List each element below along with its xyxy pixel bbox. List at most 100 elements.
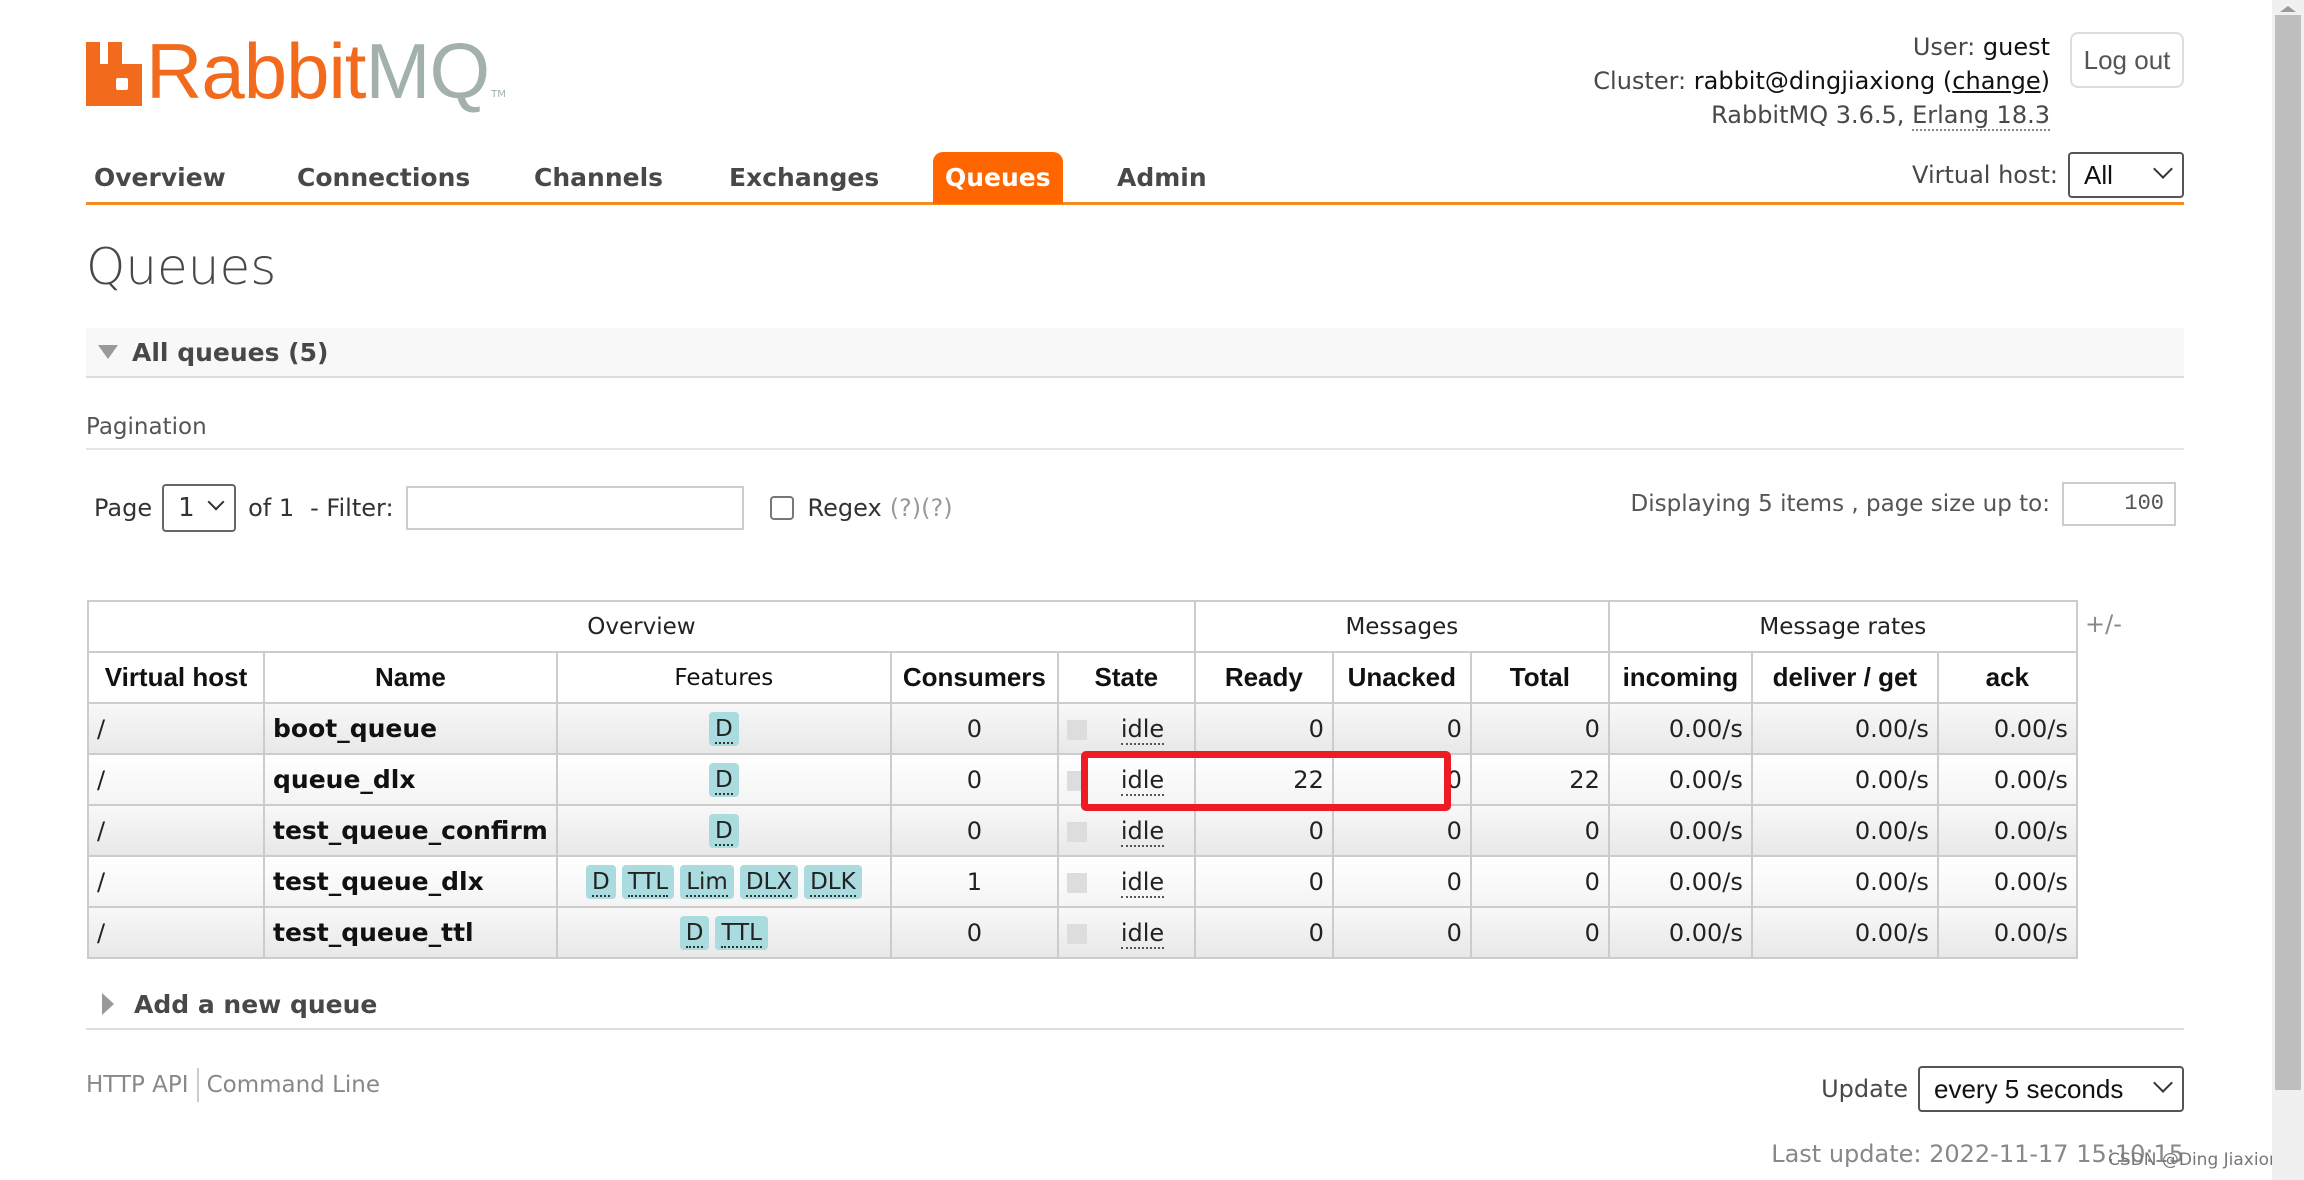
update-interval-select[interactable]: every 5 seconds	[1918, 1066, 2184, 1112]
logo-text-mq: MQ	[365, 27, 490, 115]
http-api-link[interactable]: HTTP API	[86, 1072, 189, 1098]
col-incoming[interactable]: incoming	[1607, 651, 1753, 704]
feature-badge-label: D	[591, 868, 610, 897]
virtual-host-value: All	[2084, 159, 2113, 190]
feature-badge-label: Lim	[686, 868, 728, 897]
cell-consumers: 0	[889, 702, 1059, 755]
cluster-label: Cluster:	[1593, 67, 1687, 95]
group-header-messages: Messages	[1193, 600, 1610, 653]
cell-total: 0	[1469, 855, 1610, 908]
cell-total: 0	[1469, 804, 1610, 857]
cell-total: 0	[1469, 702, 1610, 755]
queue-name-link[interactable]: test_queue_dlx	[263, 855, 558, 908]
queue-name-link[interactable]: queue_dlx	[263, 753, 558, 806]
cell-incoming: 0.00/s	[1607, 753, 1753, 806]
col-unacked[interactable]: Unacked	[1331, 651, 1472, 704]
cell-virtual-host: /	[87, 753, 265, 806]
add-queue-toggle[interactable]: Add a new queue	[86, 980, 2184, 1030]
all-queues-toggle[interactable]: All queues (5)	[86, 328, 2184, 378]
cell-ack: 0.00/s	[1936, 753, 2078, 806]
state-indicator-icon	[1066, 719, 1087, 740]
regex-checkbox[interactable]	[769, 496, 794, 520]
cell-state: idle	[1056, 753, 1196, 806]
page-of-label: of 1	[248, 494, 295, 522]
filter-input[interactable]	[405, 486, 744, 530]
virtual-host-selector: Virtual host: All	[1912, 152, 2184, 198]
cell-features: D TTL Lim DLX DLK	[555, 855, 892, 908]
col-name[interactable]: Name	[263, 651, 558, 704]
rabbitmq-logo[interactable]: Rabbit MQ TM	[86, 27, 506, 115]
table-row: / queue_dlx D 0 idle 22 0 22 0.00/s 0.00/s 0.00/s	[87, 753, 2078, 806]
cell-deliver-get: 0.00/s	[1750, 906, 1939, 959]
expand-triangle-icon	[102, 993, 114, 1015]
cell-state: idle	[1056, 906, 1196, 959]
update-interval: Update every 5 seconds	[1821, 1066, 2184, 1112]
tab-admin[interactable]: Admin	[1105, 152, 1219, 204]
cell-virtual-host: /	[87, 804, 265, 857]
erlang-version: Erlang 18.3	[1912, 101, 2050, 131]
queue-name-link[interactable]: boot_queue	[263, 702, 558, 755]
queue-name-link[interactable]: test_queue_confirm	[263, 804, 558, 857]
table-row: / test_queue_confirm D 0 idle 0 0 0 0.00/s 0.00/s…	[87, 804, 2078, 857]
col-virtual-host[interactable]: Virtual host	[87, 651, 265, 704]
cell-incoming: 0.00/s	[1607, 804, 1753, 857]
virtual-host-label: Virtual host:	[1912, 161, 2058, 189]
cell-ready: 22	[1193, 753, 1334, 806]
feature-badge: D	[708, 711, 739, 746]
pagination-title: Pagination	[86, 414, 2184, 450]
state-text: idle	[1120, 714, 1165, 745]
cell-virtual-host: /	[87, 906, 265, 959]
queues-table-body: / boot_queue D 0 idle 0 0 0 0.00/s 0.00/s 0.00/s / q…	[87, 702, 2078, 959]
col-ack[interactable]: ack	[1936, 651, 2078, 704]
col-consumers[interactable]: Consumers	[889, 651, 1059, 704]
page: Rabbit MQ TM User: guest Cluster: rabbit…	[86, 0, 2184, 1180]
rabbit-logo-icon	[86, 42, 142, 106]
command-line-link[interactable]: Command Line	[207, 1072, 380, 1098]
col-total[interactable]: Total	[1469, 651, 1610, 704]
tab-channels[interactable]: Channels	[522, 152, 675, 204]
login-info: User: guest Cluster: rabbit@dingjiaxiong…	[1593, 33, 2050, 131]
tab-queues[interactable]: Queues	[933, 152, 1063, 204]
col-state[interactable]: State	[1056, 651, 1196, 704]
regex-help-link-1[interactable]: (?)	[890, 494, 921, 522]
queue-name-link[interactable]: test_queue_ttl	[263, 906, 558, 959]
scroll-up-arrow-icon[interactable]	[2280, 6, 2296, 12]
tab-overview[interactable]: Overview	[82, 152, 238, 204]
vertical-scrollbar[interactable]	[2272, 0, 2304, 1180]
tab-connections[interactable]: Connections	[285, 152, 482, 204]
page-size-input[interactable]: 100	[2062, 482, 2176, 526]
cell-ack: 0.00/s	[1936, 906, 2078, 959]
scrollbar-thumb[interactable]	[2275, 15, 2301, 1090]
change-cluster-link[interactable]: change	[1952, 67, 2040, 95]
cell-state: idle	[1056, 702, 1196, 755]
main-nav-tabs: Overview Connections Channels Exchanges …	[86, 150, 2184, 205]
collapse-triangle-icon	[98, 345, 118, 359]
cell-ack: 0.00/s	[1936, 804, 2078, 857]
logout-button[interactable]: Log out	[2070, 32, 2184, 88]
feature-badge: D	[585, 864, 616, 899]
feature-badge: D	[708, 813, 739, 848]
page-select-value: 1	[178, 493, 195, 523]
cell-state: idle	[1056, 855, 1196, 908]
virtual-host-select[interactable]: All	[2068, 152, 2184, 198]
watermark: CSDN @Ding Jiaxiong	[2108, 1150, 2291, 1170]
cell-deliver-get: 0.00/s	[1750, 702, 1939, 755]
add-queue-title: Add a new queue	[134, 989, 378, 1019]
chevron-down-icon	[2153, 159, 2173, 179]
col-ready[interactable]: Ready	[1193, 651, 1334, 704]
feature-badge-label: D	[714, 766, 733, 795]
state-indicator-icon	[1066, 872, 1087, 893]
cell-virtual-host: /	[87, 855, 265, 908]
feature-badge-label: DLK	[810, 868, 856, 897]
queues-table: Overview Messages Message rates Virtual …	[87, 600, 2078, 959]
state-text: idle	[1120, 918, 1165, 949]
page-select[interactable]: 1	[162, 484, 237, 532]
group-header-overview: Overview	[87, 600, 1196, 653]
col-deliver-get[interactable]: deliver / get	[1750, 651, 1939, 704]
cell-incoming: 0.00/s	[1607, 855, 1753, 908]
tab-exchanges[interactable]: Exchanges	[717, 152, 891, 204]
cell-consumers: 0	[889, 804, 1059, 857]
toggle-columns-button[interactable]: +/-	[2085, 610, 2122, 638]
displaying-text: Displaying 5 items , page size up to:	[1630, 491, 2050, 517]
regex-help-link-2[interactable]: (?)	[921, 494, 952, 522]
